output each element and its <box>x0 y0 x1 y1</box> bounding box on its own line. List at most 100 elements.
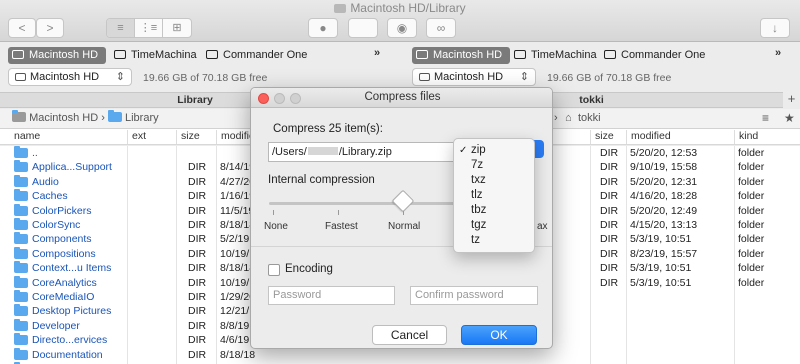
col-name[interactable]: name <box>10 130 40 144</box>
file-modified: 8/23/19, 15:57 <box>630 247 698 260</box>
redacted-username <box>307 147 338 155</box>
checkmark-icon: ✓ <box>459 145 468 156</box>
file-kind: folder <box>738 233 765 246</box>
file-name: Desktop Pictures <box>32 305 112 318</box>
thumbnail-view-icon[interactable]: ⊞ <box>163 19 191 37</box>
zoom-icon <box>290 93 301 104</box>
encoding-checkbox[interactable] <box>268 264 280 276</box>
back-button[interactable]: < <box>8 18 36 38</box>
col-kind-right[interactable]: kind <box>734 130 758 144</box>
col-modified-right[interactable]: modified <box>626 130 671 144</box>
folder-icon <box>107 110 122 122</box>
drive-icon <box>604 50 616 59</box>
brief-view-icon[interactable]: ⋮≡ <box>135 19 163 37</box>
drive-icon <box>114 50 126 59</box>
file-modified: 5/20/20, 12:53 <box>630 147 698 159</box>
left-volume-select[interactable]: Macintosh HD ⇕ <box>8 68 132 86</box>
list-menu-icon[interactable]: ≡ <box>762 109 769 128</box>
right-volume-select[interactable]: Macintosh HD ⇕ <box>412 68 536 86</box>
close-icon[interactable] <box>258 93 269 104</box>
format-option-tz[interactable]: tz <box>454 233 534 248</box>
file-size: DIR <box>188 247 207 260</box>
file-kind: folder <box>738 247 765 260</box>
file-name: Applica...Support <box>32 161 112 174</box>
disk-icon <box>334 4 347 13</box>
terminal-icon[interactable] <box>348 18 378 38</box>
drive-icon <box>12 110 26 122</box>
file-size: DIR <box>188 190 207 203</box>
breadcrumb-root[interactable]: Macintosh HD <box>29 112 98 124</box>
format-option-txz[interactable]: txz <box>454 173 534 188</box>
slider-label-none: None <box>264 221 288 232</box>
file-size: DIR <box>600 161 619 174</box>
internal-compression-label: Internal compression <box>268 174 375 186</box>
slider-tick <box>338 210 339 215</box>
file-size: DIR <box>188 161 207 174</box>
drive-left-timemachina[interactable]: TimeMachina <box>110 47 205 64</box>
col-size-right[interactable]: size <box>590 130 614 144</box>
col-size[interactable]: size <box>176 130 200 144</box>
confirm-password-field[interactable]: Confirm password <box>410 286 538 305</box>
breadcrumb-current[interactable]: Library <box>125 112 159 124</box>
drive-right-commander-one[interactable]: Commander One <box>600 47 713 64</box>
file-size: DIR <box>600 262 619 275</box>
archive-path-field[interactable]: /Users//Library.zip <box>268 142 478 162</box>
file-name: Audio <box>32 175 59 188</box>
file-size: DIR <box>188 334 207 347</box>
file-size: DIR <box>600 147 619 159</box>
file-modified: 8/18/18 <box>220 348 256 361</box>
folder-icon <box>14 261 28 274</box>
right-free-space: 19.66 GB of 70.18 GB free <box>547 72 672 84</box>
forward-button[interactable]: > <box>36 18 64 38</box>
table-row[interactable]: Documentation DIR 8/18/18 <box>0 347 400 362</box>
folder-icon <box>14 160 28 173</box>
list-view-icon[interactable]: ≡ <box>107 19 135 37</box>
file-size: DIR <box>188 276 207 289</box>
slider-label-normal: Normal <box>388 221 421 232</box>
breadcrumb-current-right[interactable]: tokki <box>578 109 601 128</box>
drive-icon <box>15 73 26 81</box>
drive-right-timemachina[interactable]: TimeMachina <box>510 47 605 64</box>
drive-right-macintosh-hd[interactable]: Macintosh HD <box>412 47 511 64</box>
slider-thumb[interactable] <box>391 189 415 213</box>
column-divider <box>734 146 735 364</box>
cancel-button[interactable]: Cancel <box>372 325 447 345</box>
column-divider <box>590 146 591 364</box>
column-divider <box>626 146 627 364</box>
drives-more-right-button[interactable]: » <box>775 47 781 59</box>
file-name: Developer <box>32 319 80 332</box>
binoculars-icon[interactable]: ∞ <box>426 18 456 38</box>
compress-count-label: Compress 25 item(s): <box>273 123 383 135</box>
file-name: Caches <box>32 190 68 203</box>
format-option-tbz[interactable]: tbz <box>454 203 534 218</box>
file-modified: 5/20/20, 12:31 <box>630 175 698 188</box>
window-title: Macintosh HD/Library <box>0 1 800 15</box>
column-divider <box>216 146 217 364</box>
format-option-zip[interactable]: ✓ zip <box>454 143 534 158</box>
file-kind: folder <box>738 147 765 159</box>
file-size: DIR <box>188 219 207 231</box>
ok-button[interactable]: OK <box>461 325 537 345</box>
star-icon[interactable]: ★ <box>784 109 795 128</box>
drive-left-macintosh-hd[interactable]: Macintosh HD <box>8 47 107 64</box>
toggle-hidden-icon[interactable]: ● <box>308 18 338 38</box>
file-kind: folder <box>738 204 765 217</box>
file-modified: 5/2/19, <box>220 233 253 246</box>
format-option-tlz[interactable]: tlz <box>454 188 534 203</box>
format-option-7z[interactable]: 7z <box>454 158 534 173</box>
drives-more-left-button[interactable]: » <box>374 47 380 59</box>
file-modified: 4/16/20, 18:28 <box>630 190 698 203</box>
drive-left-commander-one[interactable]: Commander One <box>202 47 315 64</box>
view-mode-group: ≡ ⋮≡ ⊞ <box>106 18 192 38</box>
compression-slider[interactable] <box>269 202 469 205</box>
eye-icon[interactable]: ◉ <box>387 18 417 38</box>
title-toolbar: Macintosh HD/Library < > ≡ ⋮≡ ⊞ ● ◉ ∞ ↓ <box>0 0 800 42</box>
col-ext[interactable]: ext <box>127 130 146 144</box>
folder-icon <box>14 290 28 302</box>
download-icon[interactable]: ↓ <box>760 18 790 38</box>
file-name: ColorPickers <box>32 204 92 217</box>
format-option-tgz[interactable]: tgz <box>454 218 534 233</box>
folder-icon <box>14 218 28 230</box>
password-field[interactable]: Password <box>268 286 395 305</box>
add-tab-button[interactable]: + <box>783 92 800 107</box>
